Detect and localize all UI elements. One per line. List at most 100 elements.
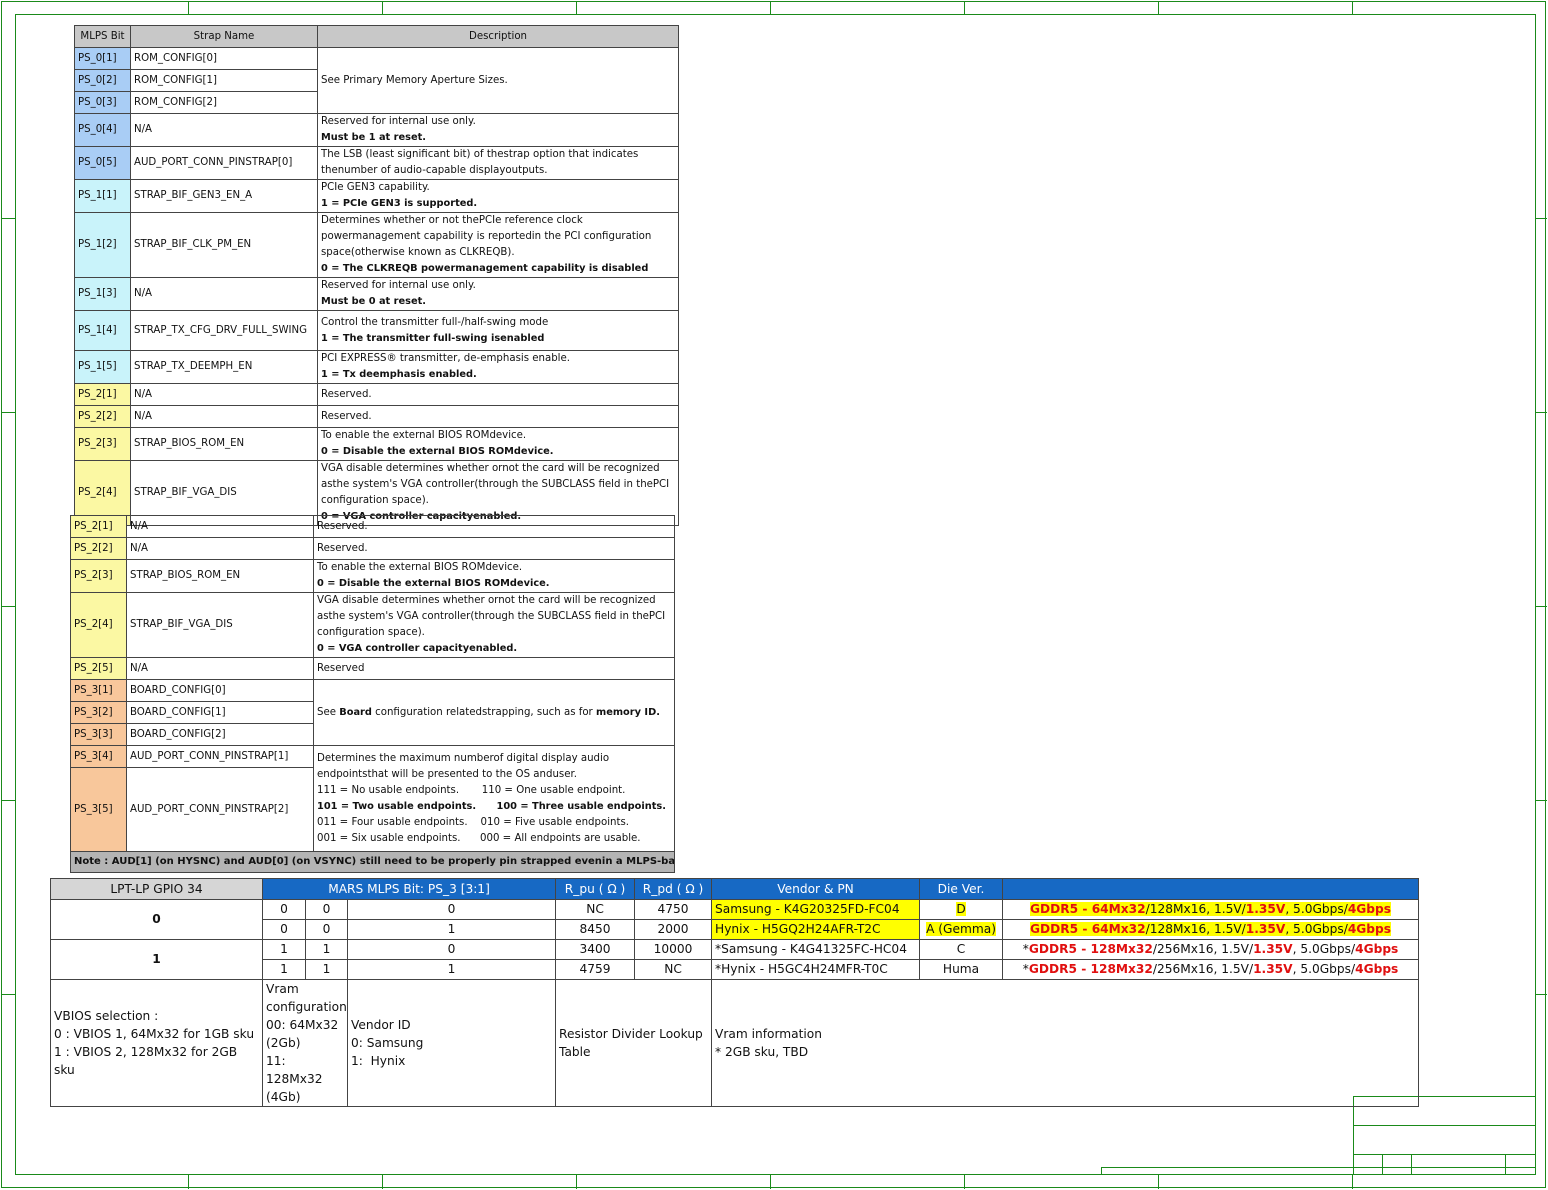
strap-name-cell: N/A	[130, 277, 318, 311]
spec-cell: GDDR5 - 64Mx32/128Mx16, 1.5V/1.35V, 5.0G…	[1002, 919, 1420, 940]
table-row: PS_2[1] N/A Reserved.	[70, 515, 675, 538]
mlps-bit-cell: PS_1[1]	[74, 179, 131, 213]
vendor-id-line: 0: Samsung	[351, 1036, 424, 1050]
bit-cell: 1	[262, 939, 306, 960]
description-bold: Must be 0 at reset.	[321, 296, 427, 307]
description-bold: 1 = Tx deemphasis enabled.	[321, 369, 477, 380]
description-text: Reserved for internal use only.	[321, 280, 476, 291]
spec-part: , 5.0Gbps/	[1292, 942, 1356, 956]
description-cell: The LSB (least significant bit) of thest…	[317, 146, 679, 180]
header-spec	[1002, 878, 1420, 900]
bit-cell: 1	[262, 959, 306, 980]
description-bold: Board	[339, 706, 372, 718]
resistor-line: Resistor Divider Lookup	[559, 1027, 703, 1041]
strap-name-cell: STRAP_BIF_VGA_DIS	[126, 592, 314, 658]
table-row: PS_2[1] N/A Reserved.	[74, 383, 679, 406]
bit-cell: 0	[346, 899, 557, 920]
description-text: Determines whether or not thePCIe refere…	[321, 215, 652, 258]
spec-part: 1.35V	[1245, 922, 1286, 936]
header-mlps-bits: MARS MLPS Bit: PS_3 [3:1]	[261, 878, 557, 900]
vbios-selection-cell: VBIOS selection : 0 : VBIOS 1, 64Mx32 for…	[50, 979, 263, 1107]
zone-tick	[188, 1175, 189, 1189]
table-header-row: LPT-LP GPIO 34 MARS MLPS Bit: PS_3 [3:1]…	[50, 878, 1420, 900]
description-cell: Reserved for internal use only. Must be 1…	[317, 113, 679, 147]
strap-name-cell: AUD_PORT_CONN_PINSTRAP[1]	[126, 745, 314, 768]
strap-name-cell: BOARD_CONFIG[0]	[126, 679, 314, 702]
table-row: PS_2[3] STRAP_BIOS_ROM_EN To enable the …	[70, 559, 675, 593]
r-pd-cell: 4750	[634, 899, 713, 920]
title-block-line	[1101, 1167, 1102, 1175]
table-row: PS_1[5] STRAP_TX_DEEMPH_EN PCI EXPRESS® …	[74, 350, 679, 384]
r-pd-cell: 2000	[634, 919, 713, 940]
description-text: VGA disable determines whether ornot the…	[317, 595, 666, 638]
description-cell: Reserved for internal use only. Must be 0…	[317, 277, 679, 311]
strap-name-cell: N/A	[130, 113, 318, 147]
bit-cell: 1	[305, 939, 348, 960]
mlps-bit-cell: PS_3[4]	[70, 745, 127, 768]
mlps-bit-cell: PS_3[3]	[70, 723, 127, 746]
zone-tick	[382, 1175, 383, 1189]
description-cell: To enable the external BIOS ROMdevice. 0 …	[313, 559, 675, 593]
zone-tick	[1536, 800, 1547, 801]
zone-tick	[1, 412, 15, 413]
description-cell: Control the transmitter full-/half-swing…	[317, 310, 679, 351]
mlps-bit-cell: PS_2[4]	[70, 592, 127, 658]
spec-part: , 5.0Gbps/	[1285, 902, 1348, 916]
vbios-line: 0 : VBIOS 1, 64Mx32 for 1GB sku	[54, 1027, 255, 1041]
vbios-line: 1 : VBIOS 2, 128Mx32 for 2GB sku	[54, 1045, 238, 1077]
description-cell: Reserved.	[317, 383, 679, 406]
strap-name-cell: N/A	[130, 405, 318, 428]
header-vendor-pn: Vendor & PN	[711, 878, 921, 900]
spec-part: /256Mx16, 1.5V/	[1152, 962, 1254, 976]
strap-name-cell: ROM_CONFIG[1]	[130, 69, 318, 92]
strap-name-cell: AUD_PORT_CONN_PINSTRAP[0]	[130, 146, 318, 180]
mlps-bit-cell: PS_0[4]	[74, 113, 131, 147]
bit-cell: 0	[346, 939, 557, 960]
zone-tick	[964, 1175, 965, 1189]
r-pd-cell: 10000	[634, 939, 713, 960]
strap-name-cell: STRAP_BIOS_ROM_EN	[126, 559, 314, 593]
description-line: 011 = Four usable endpoints. 010 = Five …	[317, 816, 630, 828]
description-bold: 0 = Disable the external BIOS ROMdevice.	[321, 446, 554, 457]
spec-part: GDDR5 - 128Mx32	[1028, 942, 1153, 956]
zone-tick	[1158, 1175, 1159, 1189]
mlps-bit-cell: PS_1[2]	[74, 212, 131, 278]
description-line: 001 = Six usable endpoints. 000 = All en…	[317, 832, 641, 844]
mlps-bit-cell: PS_0[2]	[74, 69, 131, 92]
strap-name-cell: STRAP_BIOS_ROM_EN	[130, 427, 318, 461]
description-text: To enable the external BIOS ROMdevice.	[321, 430, 527, 441]
vram-config-line: 11: 128Mx32	[266, 1054, 323, 1086]
strap-name-cell: ROM_CONFIG[0]	[130, 47, 318, 70]
table-row: PS_2[2] N/A Reserved.	[70, 537, 675, 560]
mlps-bit-cell: PS_2[5]	[70, 657, 127, 680]
spec-part: 1.35V	[1253, 942, 1293, 956]
vram-info-line: Vram information	[715, 1027, 822, 1041]
zone-tick	[576, 1, 577, 14]
header-die-ver: Die Ver.	[919, 878, 1004, 900]
table-row: PS_0[5] AUD_PORT_CONN_PINSTRAP[0] The LS…	[74, 146, 679, 180]
zone-tick	[1536, 994, 1547, 995]
zone-tick	[188, 1, 189, 14]
table-row: PS_1[3] N/A Reserved for internal use on…	[74, 277, 679, 311]
vendor-cell: Samsung - K4G20325FD-FC04	[711, 899, 921, 920]
mlps-bit-cell: PS_2[2]	[74, 405, 131, 428]
description-text: Reserved for internal use only.	[321, 116, 476, 127]
title-block-line	[1101, 1167, 1536, 1168]
spec-part: /128Mx16, 1.5V/	[1145, 902, 1246, 916]
description-cell: PCI EXPRESS® transmitter, de-emphasis en…	[317, 350, 679, 384]
die-cell: C	[919, 939, 1004, 960]
strap-name-cell: N/A	[126, 657, 314, 680]
zone-tick	[1, 606, 15, 607]
description-line: 111 = No usable endpoints. 110 = One usa…	[317, 784, 626, 796]
table-row: PS_1[4] STRAP_TX_CFG_DRV_FULL_SWING Cont…	[74, 310, 679, 351]
header-description: Description	[317, 25, 679, 48]
mlps-bit-cell: PS_2[3]	[70, 559, 127, 593]
table-row: 1 1 1 0 3400 10000 *Samsung - K4G41325FC…	[50, 939, 1420, 980]
spec-part: 4Gbps	[1355, 942, 1399, 956]
mlps-bit-cell: PS_3[2]	[70, 701, 127, 724]
description-text: Control the transmitter full-/half-swing…	[321, 316, 549, 328]
zone-tick	[1352, 1, 1353, 14]
zone-tick	[1352, 1175, 1353, 1189]
vendor-cell: *Samsung - K4G41325FC-HC04	[711, 939, 921, 960]
spec-part: 4Gbps	[1355, 962, 1399, 976]
